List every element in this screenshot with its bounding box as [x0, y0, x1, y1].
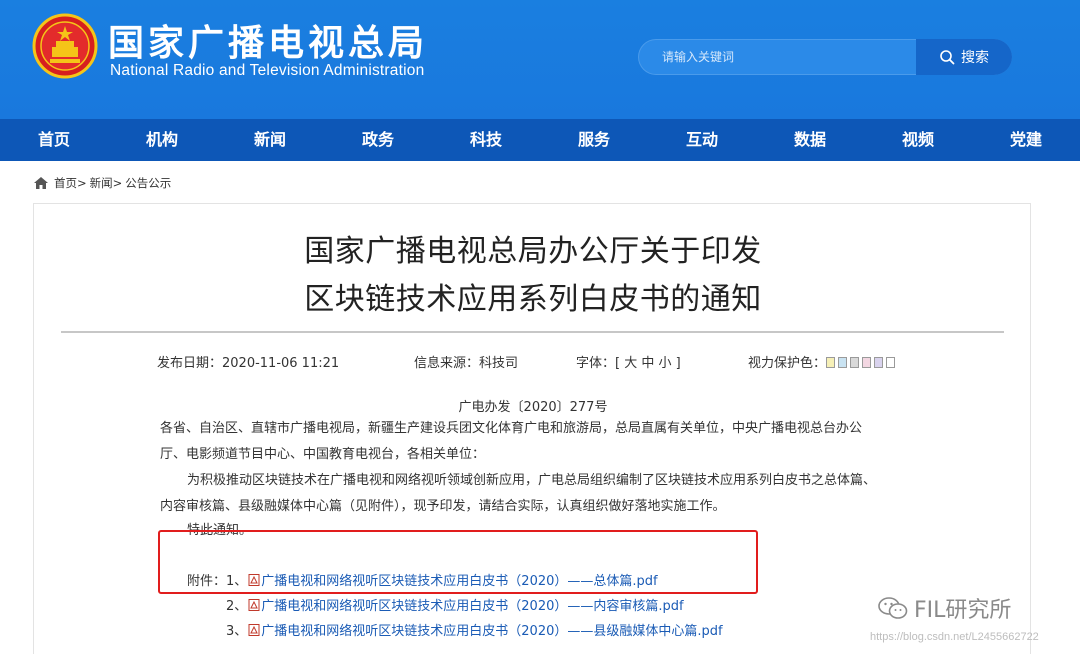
watermark-url: https://blog.csdn.net/L2455662722: [870, 631, 1039, 643]
article-title-line1: 国家广播电视总局办公厅关于印发: [304, 234, 762, 269]
recipients-line1: 各省、自治区、直辖市广播电视局，新疆生产建设兵团文化体育广电和旅游局，总局直属有…: [160, 421, 863, 436]
eye-color-swatch[interactable]: [874, 357, 884, 368]
nav-item-government-affairs[interactable]: 政务: [324, 119, 432, 161]
eye-color-swatch[interactable]: [850, 357, 860, 368]
wechat-icon: [878, 597, 908, 619]
attachment-number: 3、: [226, 624, 248, 639]
breadcrumb: 首页> 新闻> 公告公示: [34, 175, 171, 191]
eye-color-swatch[interactable]: [838, 357, 848, 368]
attachment-row-3: 3、 广播电视和网络视听区块链技术应用白皮书（2020）——县级融媒体中心篇.p…: [226, 620, 723, 639]
search-icon: [940, 50, 955, 65]
search-input[interactable]: [638, 39, 916, 75]
eye-color-swatch[interactable]: [862, 357, 872, 368]
document-number: 广电办发〔2020〕277号: [458, 400, 608, 415]
eye-protection-colors: 视力保护色：: [748, 352, 898, 371]
search-bar: 搜索: [638, 39, 1012, 75]
highlight-box: [158, 530, 758, 594]
breadcrumb-announcements[interactable]: 公告公示: [125, 175, 171, 191]
font-size-selector[interactable]: 字体：[ 大 中 小 ]: [576, 352, 681, 371]
pdf-icon: [248, 598, 260, 611]
search-button[interactable]: 搜索: [916, 39, 1012, 75]
watermark-brand-text: FIL研究所: [914, 598, 1012, 623]
breadcrumb-home[interactable]: 首页>: [54, 175, 87, 191]
nav-item-home[interactable]: 首页: [0, 119, 108, 161]
nav-item-data[interactable]: 数据: [756, 119, 864, 161]
eye-protection-label: 视力保护色：: [748, 356, 827, 371]
nav-item-services[interactable]: 服务: [540, 119, 648, 161]
watermark-brand: FIL研究所: [878, 592, 1011, 624]
eye-color-swatch[interactable]: [886, 357, 896, 368]
title-divider: [61, 331, 1004, 333]
attachment-number: 2、: [226, 599, 248, 614]
attachment-link[interactable]: 广播电视和网络视听区块链技术应用白皮书（2020）——内容审核篇.pdf: [261, 595, 683, 614]
breadcrumb-news[interactable]: 新闻>: [90, 175, 123, 191]
eye-color-swatch[interactable]: [826, 357, 836, 368]
pdf-icon: [248, 623, 260, 636]
nav-item-technology[interactable]: 科技: [432, 119, 540, 161]
recipients-line2: 厅、电影频道节目中心、中国教育电视台，各相关单位：: [160, 447, 486, 462]
national-emblem-icon[interactable]: [32, 13, 98, 79]
info-source: 信息来源：科技司: [414, 356, 519, 371]
nav-item-video[interactable]: 视频: [864, 119, 972, 161]
article-title: 国家广播电视总局办公厅关于印发 区块链技术应用系列白皮书的通知: [34, 228, 1032, 324]
body-line1: 为积极推动区块链技术在广播电视和网络视听领域创新应用，广电总局组织编制了区块链技…: [187, 473, 877, 488]
attachment-link[interactable]: 广播电视和网络视听区块链技术应用白皮书（2020）——县级融媒体中心篇.pdf: [261, 620, 722, 639]
search-button-label: 搜索: [961, 50, 989, 66]
article-title-line2: 区块链技术应用系列白皮书的通知: [304, 282, 762, 317]
home-icon: [34, 177, 48, 189]
attachment-row-2: 2、 广播电视和网络视听区块链技术应用白皮书（2020）——内容审核篇.pdf: [226, 595, 684, 614]
body-line2: 内容审核篇、县级融媒体中心篇（见附件），现予印发，请结合实际，认真组织做好落地实…: [160, 499, 726, 514]
publish-date: 发布日期：2020-11-06 11:21: [157, 356, 340, 371]
site-title[interactable]: 国家广播电视总局: [108, 14, 428, 66]
main-nav: 首页 机构 新闻 政务 科技 服务 互动 数据 视频 党建: [0, 119, 1080, 161]
nav-item-news[interactable]: 新闻: [216, 119, 324, 161]
site-subtitle: National Radio and Television Administra…: [110, 62, 425, 79]
nav-item-party-building[interactable]: 党建: [972, 119, 1080, 161]
site-header: 国家广播电视总局 National Radio and Television A…: [0, 0, 1080, 119]
nav-item-interaction[interactable]: 互动: [648, 119, 756, 161]
nav-item-institutions[interactable]: 机构: [108, 119, 216, 161]
